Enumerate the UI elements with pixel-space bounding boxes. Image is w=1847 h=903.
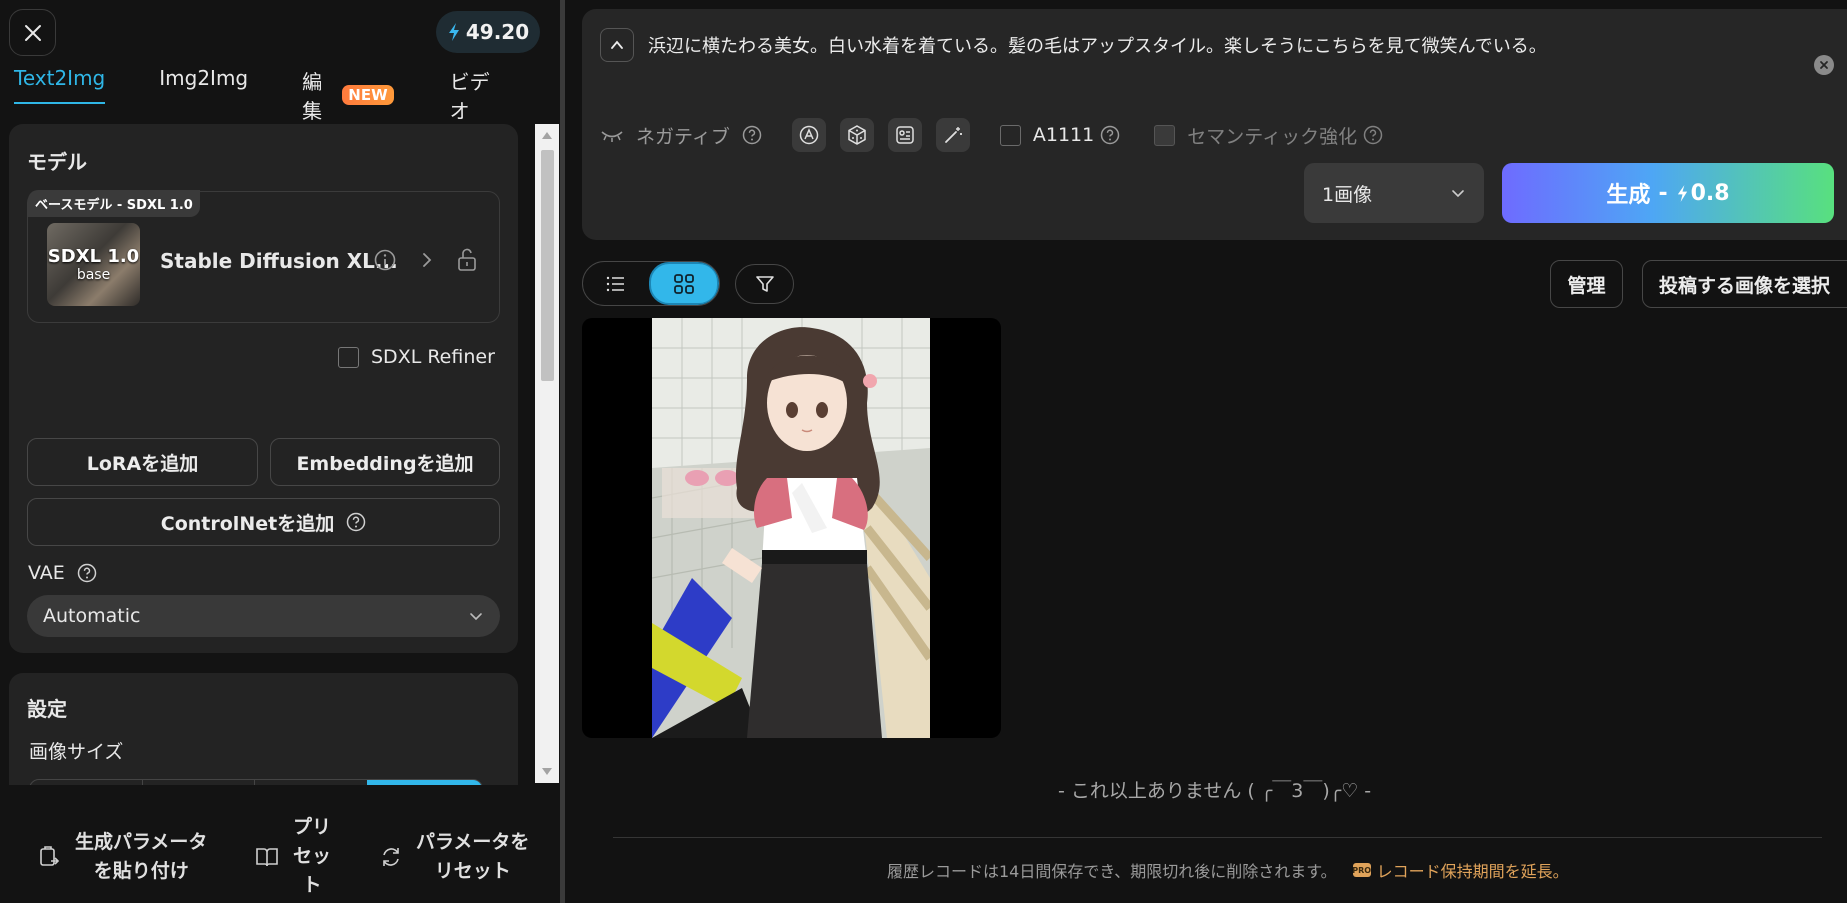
vae-select[interactable]: Automatic [27, 595, 500, 637]
paste-params-button[interactable]: 生成パラメータ を貼り付け [37, 828, 207, 886]
prompt-input[interactable]: 浜辺に横たわる美女。白い水着を着ている。髪の毛はアップスタイル。楽しそうにこちら… [648, 32, 1547, 58]
image-prompt-button[interactable] [887, 118, 922, 152]
add-controlnet-button[interactable]: ControlNetを追加 [27, 498, 500, 546]
left-panel: 49.20 Text2Img Img2Img 編集 NEW ビデオ モデル SD… [0, 0, 560, 903]
generated-image-art [652, 318, 930, 738]
chevron-right-icon[interactable] [418, 251, 436, 269]
semantic-label: セマンティック強化 [1187, 125, 1358, 148]
image-size-label: 画像サイズ [29, 741, 124, 763]
sdxl-refiner-toggle[interactable]: SDXL Refiner [338, 346, 495, 368]
base-model-tag: ベースモデル - SDXL 1.0 [28, 190, 200, 217]
book-icon [255, 846, 279, 868]
bolt-icon [447, 22, 461, 42]
semantic-checkbox[interactable] [1154, 124, 1176, 146]
manage-button[interactable]: 管理 [1550, 260, 1623, 308]
pro-badge-icon: PRO [1352, 863, 1371, 877]
prompt-panel: 浜辺に横たわる美女。白い水着を着ている。髪の毛はアップスタイル。楽しそうにこちら… [582, 9, 1847, 240]
scroll-up-icon[interactable] [541, 130, 553, 140]
settings-title: 設定 [27, 697, 67, 721]
generate-button[interactable]: 生成 - 0.8 [1502, 163, 1834, 223]
clear-prompt-button[interactable] [1814, 55, 1834, 75]
history-notice: 履歴レコードは14日間保存でき、期限切れ後に削除されます。 PRO レコード保持… [887, 858, 1569, 882]
select-post-image-button[interactable]: 投稿する画像を選択 [1642, 260, 1847, 308]
refiner-checkbox[interactable] [338, 346, 359, 368]
reset-params-button[interactable]: パラメータを リセット [380, 828, 529, 886]
end-of-list-text: - これ以上ありません ( ╭￣3￣)╭♡ - [1058, 780, 1372, 802]
a1111-checkbox[interactable] [999, 124, 1021, 146]
credits-badge[interactable]: 49.20 [436, 11, 540, 53]
collapse-button[interactable] [600, 28, 634, 62]
model-card: モデル SDXL 1.0 base ベースモデル - SDXL 1.0 Stab… [9, 124, 518, 653]
help-icon[interactable] [77, 563, 97, 583]
preset-button[interactable]: プリ セッ ト [255, 813, 331, 900]
magic-wand-icon [942, 124, 964, 146]
reset-icon [380, 846, 402, 868]
negative-prompt-toggle[interactable]: ネガティブ [636, 122, 730, 149]
tab-img2img[interactable]: Img2Img [159, 66, 248, 90]
a1111-label: A1111 [1032, 124, 1095, 146]
eye-closed-icon[interactable] [600, 127, 624, 143]
style-button[interactable] [791, 118, 826, 152]
list-view-icon [606, 275, 626, 293]
list-view-button[interactable] [583, 262, 649, 305]
scrollbar-thumb[interactable] [541, 150, 554, 381]
close-button[interactable] [9, 9, 56, 56]
bottom-actions: 生成パラメータ を貼り付け プリ セッ ト パラメータを リセット [0, 785, 560, 903]
generate-cost: 0.8 [1690, 180, 1730, 206]
chevron-down-icon [1450, 185, 1466, 201]
info-icon[interactable] [374, 249, 396, 271]
clear-icon [1819, 60, 1829, 70]
close-icon [24, 24, 42, 42]
scroll-down-icon[interactable] [541, 767, 553, 777]
prompt-options-row: ネガティブ A1111 セマンティック強化 [600, 118, 1383, 152]
help-icon[interactable] [346, 512, 366, 532]
collapse-up-icon [609, 37, 625, 53]
style-icon [798, 124, 820, 146]
credits-value: 49.20 [465, 20, 530, 44]
grid-view-icon [673, 273, 695, 295]
chevron-down-icon [468, 608, 484, 624]
tab-video[interactable]: ビデオ [450, 66, 506, 124]
grid-view-button[interactable] [649, 262, 719, 305]
generated-image[interactable] [582, 318, 1001, 738]
image-count-select[interactable]: 1画像 [1304, 163, 1484, 223]
new-badge: NEW [342, 85, 394, 105]
random-button[interactable] [839, 118, 874, 152]
panel-divider[interactable] [560, 0, 565, 903]
model-section-title: モデル [27, 150, 87, 174]
model-selector[interactable]: SDXL 1.0 base ベースモデル - SDXL 1.0 Stable D… [27, 190, 500, 323]
extend-history-link[interactable]: レコード保持期間を延長。 [1377, 858, 1569, 882]
unlock-icon[interactable] [456, 248, 478, 272]
tab-text2img[interactable]: Text2Img [14, 66, 106, 104]
paste-icon [37, 845, 61, 869]
model-name: Stable Diffusion XL... [160, 249, 398, 273]
footer-divider [613, 837, 1822, 838]
bolt-icon [1676, 184, 1689, 203]
magic-button[interactable] [935, 118, 970, 152]
view-toggle[interactable] [582, 261, 720, 306]
help-icon[interactable] [742, 125, 762, 145]
tab-edit[interactable]: 編集 NEW [302, 66, 394, 124]
add-lora-button[interactable]: LoRAを追加 [27, 438, 258, 486]
filter-icon [755, 274, 775, 294]
add-embedding-button[interactable]: Embeddingを追加 [270, 438, 500, 486]
dice-icon [846, 124, 868, 146]
image-prompt-icon [894, 124, 916, 146]
model-thumbnail: SDXL 1.0 base [47, 223, 140, 306]
filter-button[interactable] [735, 264, 794, 304]
help-icon[interactable] [1100, 125, 1120, 145]
vae-label: VAE [28, 562, 97, 584]
help-icon[interactable] [1363, 125, 1383, 145]
mode-tabs: Text2Img Img2Img 編集 NEW ビデオ [14, 66, 560, 123]
